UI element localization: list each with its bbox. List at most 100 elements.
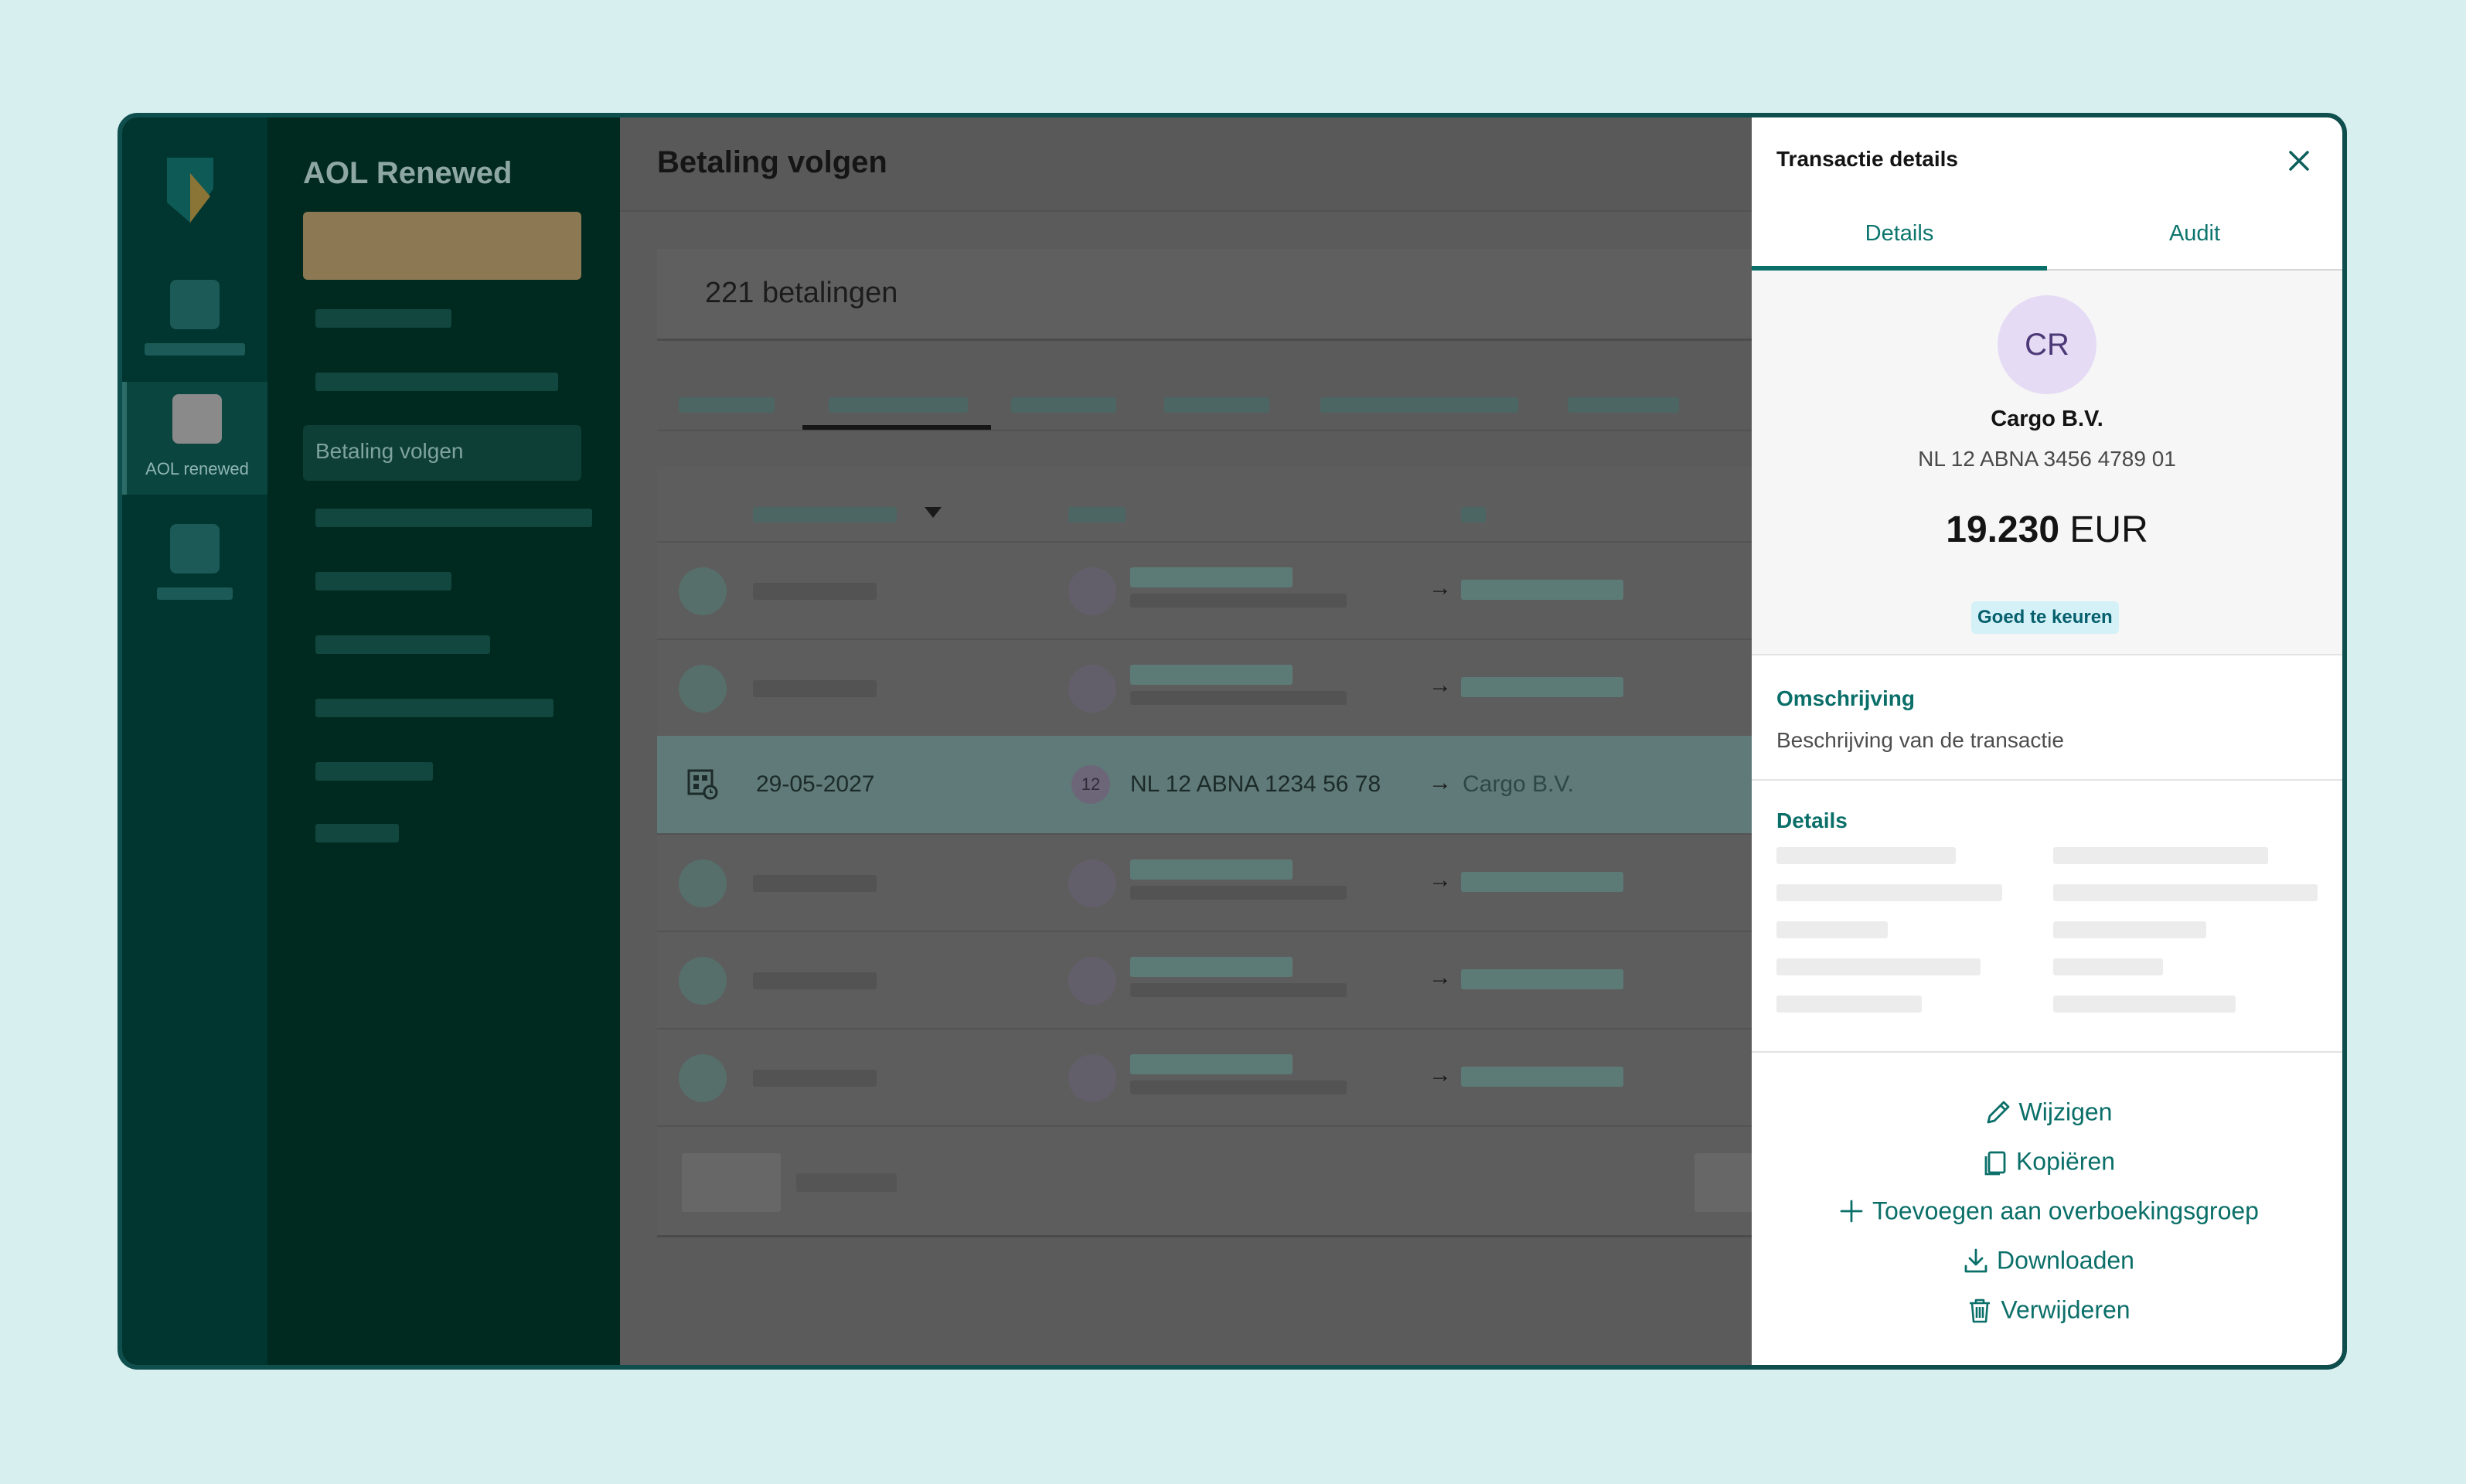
sidebar-item-placeholder[interactable] — [315, 509, 592, 527]
copy-button[interactable]: Kopiëren — [1752, 1145, 2342, 1178]
row-avatar — [1068, 665, 1116, 713]
plus-icon — [1840, 1200, 1863, 1223]
sidebar-item-label: Betaling volgen — [315, 439, 464, 463]
column-header-date[interactable] — [753, 507, 897, 522]
sidebar-item-placeholder[interactable] — [315, 635, 490, 654]
arrow-right-icon: → — [1429, 672, 1452, 698]
sidebar-item-betaling-volgen[interactable]: Betaling volgen — [303, 425, 581, 481]
row-avatar — [1068, 957, 1116, 1005]
counterparty-iban: NL 12 ABNA 3456 4789 01 — [1918, 447, 2176, 471]
row-date: 29-05-2027 — [756, 771, 875, 797]
row-placeholder — [1130, 1054, 1293, 1074]
delete-label: Verwijderen — [2001, 1295, 2131, 1324]
detail-label-placeholder — [1776, 921, 1888, 938]
sidebar-item-placeholder[interactable] — [315, 762, 433, 781]
sort-down-icon[interactable] — [925, 507, 942, 519]
delete-button[interactable]: Verwijderen — [1752, 1294, 2342, 1326]
details-title: Details — [1776, 808, 1848, 832]
filter-tab[interactable] — [1320, 397, 1518, 413]
row-placeholder — [1130, 567, 1293, 587]
bank-logo-icon — [167, 158, 213, 223]
detail-value-placeholder — [2053, 996, 2236, 1013]
section-divider — [1752, 779, 2342, 781]
copy-label: Kopiëren — [2015, 1147, 2116, 1176]
detail-value-placeholder — [2053, 921, 2206, 938]
sidebar-item-placeholder[interactable] — [315, 572, 451, 591]
description-text: Beschrijving van de transactie — [1776, 728, 2064, 752]
row-avatar-badge: 12 — [1071, 765, 1110, 804]
counterparty-avatar: CR — [1998, 295, 2096, 394]
pencil-icon — [1987, 1101, 2009, 1124]
download-label: Downloaden — [1997, 1246, 2134, 1275]
detail-value-placeholder — [2053, 847, 2268, 864]
row-placeholder — [1461, 872, 1623, 892]
rail-item-label: AOL renewed — [145, 459, 249, 478]
app-title: AOL Renewed — [303, 156, 513, 190]
row-placeholder — [1130, 983, 1347, 997]
rail-placeholder-icon — [170, 280, 220, 329]
column-header-to[interactable] — [1461, 507, 1486, 522]
detail-value-placeholder — [2053, 958, 2163, 975]
row-placeholder — [1130, 957, 1293, 977]
row-avatar — [1068, 1054, 1116, 1102]
add-to-transfer-group-button[interactable]: Toevoegen aan overboekingsgroep — [1752, 1195, 2342, 1227]
row-avatar — [1068, 859, 1116, 907]
sidebar-primary-button[interactable] — [303, 212, 581, 280]
row-placeholder — [1461, 1067, 1623, 1087]
amount-currency: EUR — [2069, 509, 2148, 550]
tab-audit[interactable]: Audit — [2047, 221, 2342, 267]
download-button[interactable]: Downloaden — [1752, 1244, 2342, 1277]
detail-label-placeholder — [1776, 884, 2002, 901]
arrow-right-icon: → — [1429, 867, 1452, 893]
filter-tab[interactable] — [1568, 397, 1679, 413]
row-placeholder — [1130, 1081, 1347, 1094]
section-divider — [1752, 1051, 2342, 1053]
tab-details[interactable]: Details — [1752, 221, 2047, 267]
row-status-icon — [679, 665, 727, 713]
download-icon — [1964, 1248, 1987, 1273]
transaction-amount: 19.230 EUR — [1752, 509, 2342, 551]
trash-icon — [1970, 1298, 1991, 1323]
pagination-control[interactable] — [682, 1153, 781, 1212]
row-placeholder — [753, 875, 877, 892]
row-to-name: Cargo B.V. — [1463, 771, 1574, 797]
rail-placeholder-label — [145, 343, 245, 356]
sidebar-item-placeholder[interactable] — [315, 309, 451, 328]
arrow-right-icon: → — [1429, 965, 1452, 990]
rail-item-aol-renewed[interactable]: AOL renewed — [122, 382, 267, 495]
row-status-icon — [679, 859, 727, 907]
arrow-right-icon: → — [1429, 770, 1452, 795]
rail-placeholder-icon — [170, 524, 220, 574]
close-icon[interactable] — [2284, 145, 2314, 176]
rail-item-1[interactable] — [122, 280, 267, 356]
detail-label-placeholder — [1776, 847, 1956, 864]
scheduled-payment-icon — [687, 769, 718, 800]
rail-item-3[interactable] — [122, 524, 267, 600]
row-placeholder — [753, 680, 877, 697]
edit-label: Wijzigen — [2018, 1098, 2113, 1126]
panel-title: Transactie details — [1776, 147, 1959, 171]
arrow-right-icon: → — [1429, 575, 1452, 601]
row-avatar — [1068, 567, 1116, 615]
amount-value: 19.230 — [1946, 509, 2060, 550]
row-status-icon — [679, 957, 727, 1005]
row-status-icon — [679, 1054, 727, 1102]
filter-tab[interactable] — [1164, 397, 1269, 413]
row-placeholder — [1130, 886, 1347, 900]
sidebar-item-placeholder[interactable] — [315, 373, 558, 391]
filter-tab[interactable] — [679, 397, 775, 413]
sidebar-item-placeholder[interactable] — [315, 699, 553, 717]
row-placeholder — [753, 1070, 877, 1087]
icon-rail: AOL renewed — [122, 117, 267, 1365]
row-placeholder — [1130, 859, 1293, 880]
pagination-next[interactable] — [1695, 1153, 1756, 1212]
detail-label-placeholder — [1776, 996, 1922, 1013]
edit-button[interactable]: Wijzigen — [1752, 1096, 2342, 1128]
sidebar-item-placeholder[interactable] — [315, 824, 399, 842]
transaction-details-panel: Transactie details Details Audit CR Carg… — [1752, 117, 2342, 1365]
row-placeholder — [1461, 580, 1623, 600]
filter-tab[interactable] — [1011, 397, 1116, 413]
column-header-from[interactable] — [1068, 507, 1126, 522]
filter-tab-active[interactable] — [829, 397, 968, 413]
copy-icon — [1984, 1151, 2006, 1176]
